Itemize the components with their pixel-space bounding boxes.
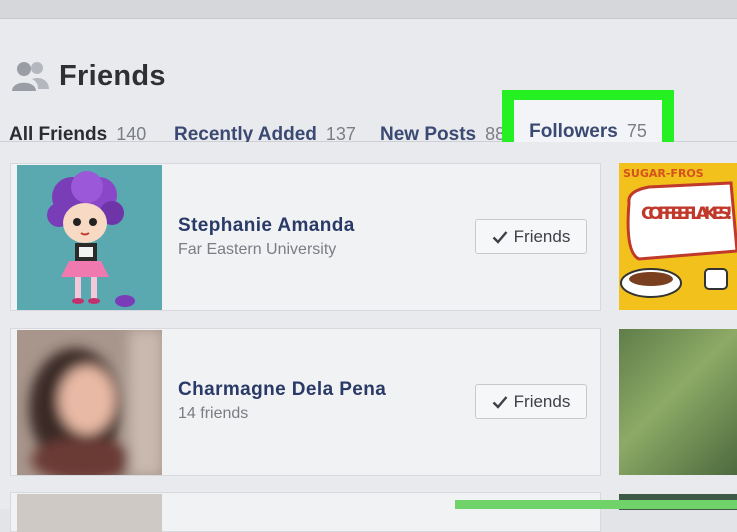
friend-subtitle: Far Eastern University: [178, 241, 337, 258]
doll-picture: [17, 165, 162, 310]
title-row: Friends: [10, 59, 166, 93]
checkmark-icon: [492, 395, 508, 409]
sticker-text-top: SUGAR-FROS: [623, 167, 704, 180]
friend-photo-partial[interactable]: [619, 329, 737, 475]
tab-count: 140: [116, 124, 147, 144]
friends-button[interactable]: Friends: [475, 219, 587, 254]
friend-subtitle: 14 friends: [178, 405, 249, 422]
coffee-flakes-sticker[interactable]: SUGAR-FROS COFFEE FLAKES!: [619, 163, 737, 310]
friends-button[interactable]: Friends: [475, 384, 587, 419]
friends-list: Stephanie Amanda Far Eastern University …: [0, 142, 737, 532]
friend-card: Stephanie Amanda Far Eastern University …: [10, 163, 601, 311]
friends-button-label: Friends: [513, 391, 571, 411]
bottom-highlight-edge: [455, 500, 737, 509]
blurred-portrait: [17, 330, 162, 475]
tab-label: Followers: [529, 120, 618, 142]
friend-card: [10, 492, 601, 532]
friend-photo[interactable]: [17, 494, 162, 532]
friend-photo[interactable]: [17, 330, 162, 475]
tab-count: 75: [626, 120, 647, 141]
page-title: Friends: [59, 59, 166, 92]
friends-header: Friends All Friends 140 Recently Added 137…: [0, 19, 737, 174]
friend-photo[interactable]: [17, 165, 162, 310]
friend-card: Charmagne Dela Pena 14 friends Friends: [10, 328, 601, 476]
friend-name[interactable]: Stephanie Amanda: [178, 215, 355, 237]
top-bar: [0, 0, 737, 19]
friends-button-label: Friends: [513, 226, 571, 246]
checkmark-icon: [492, 230, 508, 244]
tab-count: 137: [325, 124, 356, 144]
sticker-text-main: COFFEE FLAKES!: [641, 204, 733, 224]
friend-name[interactable]: Charmagne Dela Pena: [178, 379, 386, 401]
friends-icon: [12, 62, 49, 91]
